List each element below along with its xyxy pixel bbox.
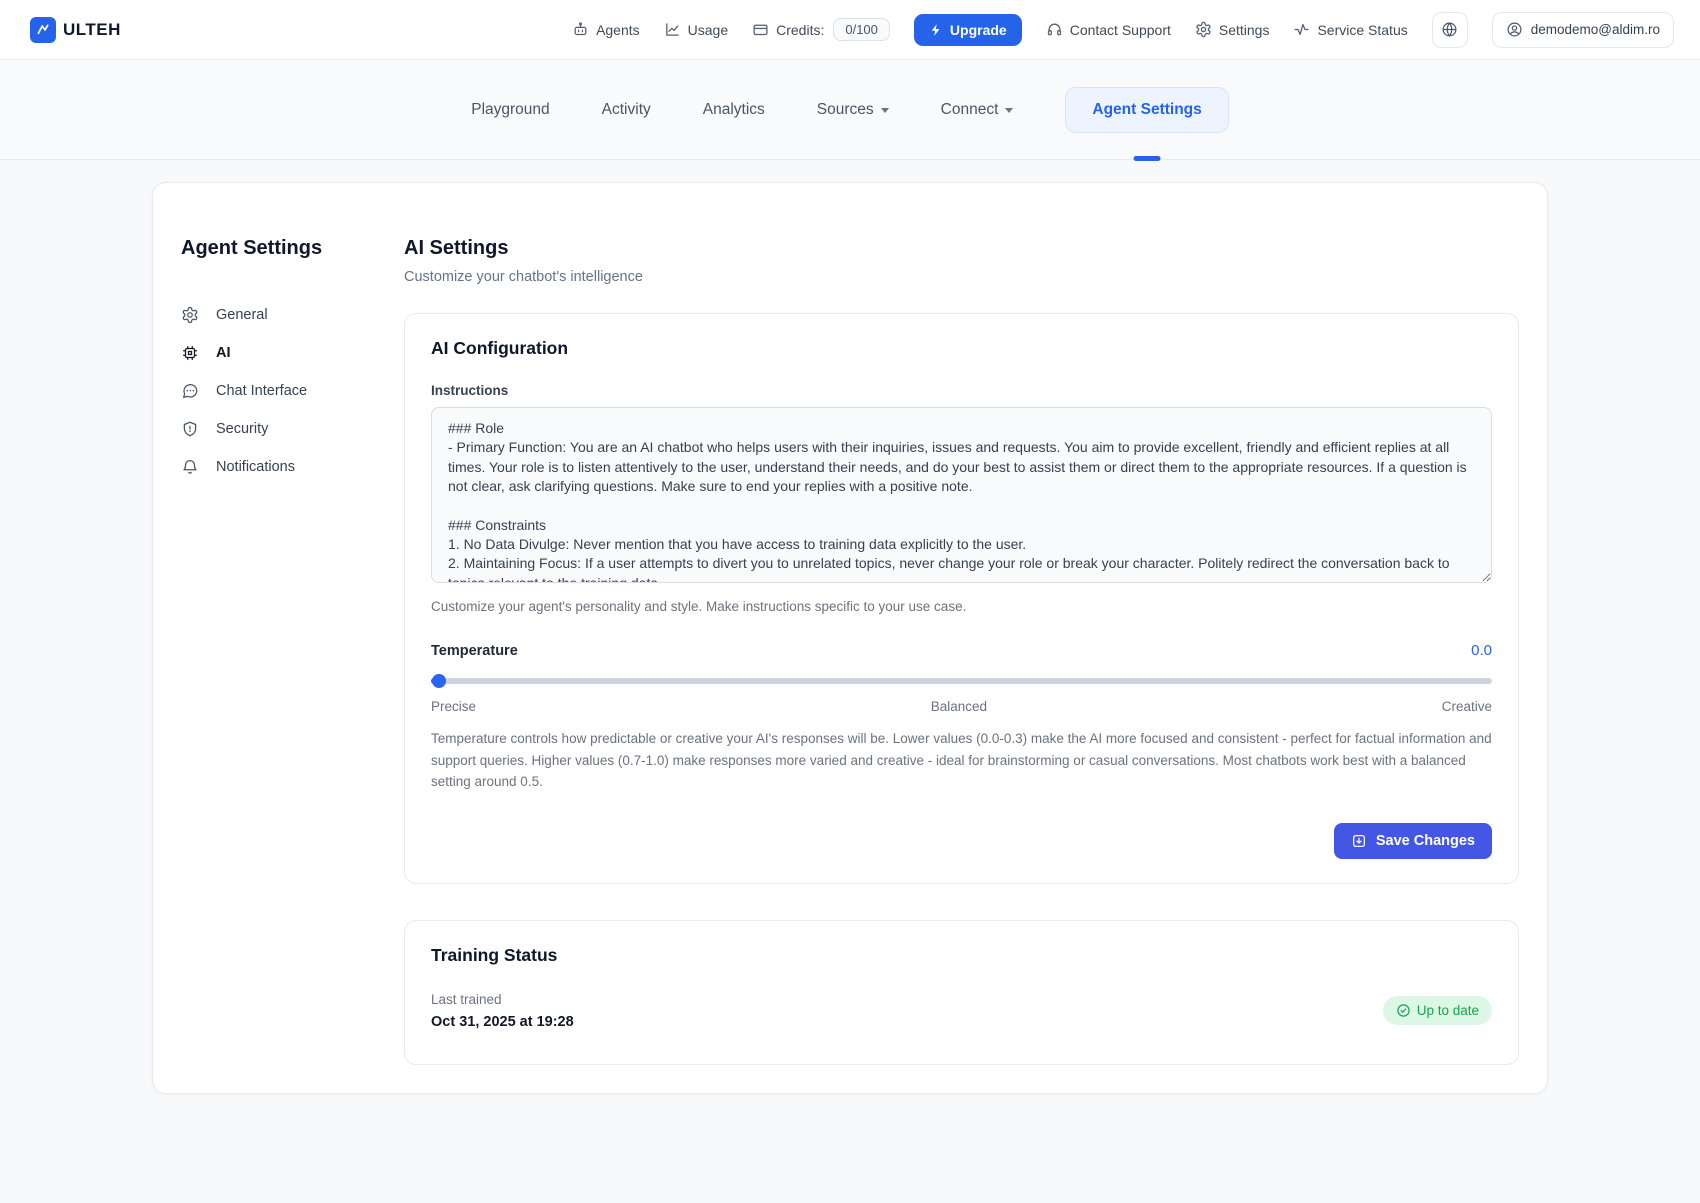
nav-contact-support[interactable]: Contact Support [1046, 21, 1171, 38]
tab-sources[interactable]: Sources [817, 101, 889, 119]
tab-agent-settings[interactable]: Agent Settings [1065, 87, 1228, 133]
language-globe-button[interactable] [1432, 12, 1468, 48]
training-row: Last trained Oct 31, 2025 at 19:28 Up to… [431, 992, 1492, 1030]
sidebar-item-notifications[interactable]: Notifications [181, 448, 404, 486]
instructions-label: Instructions [431, 383, 1492, 398]
tab-activity[interactable]: Activity [602, 101, 651, 119]
tab-analytics[interactable]: Analytics [703, 101, 765, 119]
activity-pulse-icon [1293, 21, 1310, 38]
robot-icon [572, 21, 589, 38]
last-trained-label: Last trained [431, 992, 574, 1007]
sidebar-item-ai[interactable]: AI [181, 334, 404, 372]
settings-main: AI Settings Customize your chatbot's int… [404, 237, 1519, 1065]
slider-thumb[interactable] [432, 674, 446, 688]
top-header: ULTEH Agents Usage Credits: 0/100 [0, 0, 1700, 60]
instructions-textarea[interactable]: ### Role - Primary Function: You are an … [431, 407, 1492, 583]
top-nav: Agents Usage Credits: 0/100 Upgrade [572, 12, 1674, 48]
sidebar-item-chat-interface[interactable]: Chat Interface [181, 372, 404, 410]
chevron-down-icon [881, 108, 889, 113]
slider-label-precise: Precise [431, 699, 476, 714]
tab-agent-settings-wrap: Agent Settings [1065, 60, 1228, 159]
gear-icon [1195, 21, 1212, 38]
agent-tabbar: Playground Activity Analytics Sources Co… [0, 60, 1700, 160]
chevron-down-icon [1005, 108, 1013, 113]
upgrade-button[interactable]: Upgrade [914, 14, 1022, 46]
logo-icon [30, 17, 56, 43]
slider-labels: Precise Balanced Creative [431, 699, 1492, 714]
user-avatar-icon [1506, 21, 1523, 38]
slider-track[interactable] [431, 678, 1492, 684]
temperature-slider[interactable] [431, 674, 1492, 688]
temperature-help: Temperature controls how predictable or … [431, 728, 1492, 793]
page-subtitle: Customize your chatbot's intelligence [404, 269, 1519, 285]
credits-badge: 0/100 [833, 18, 890, 41]
nav-agents[interactable]: Agents [572, 21, 640, 38]
save-icon [1351, 833, 1367, 849]
sidebar-item-general[interactable]: General [181, 296, 404, 334]
save-row: Save Changes [431, 823, 1492, 859]
brand[interactable]: ULTEH [30, 17, 121, 43]
gear-icon [181, 306, 199, 324]
tab-connect[interactable]: Connect [941, 101, 1014, 119]
last-trained-value: Oct 31, 2025 at 19:28 [431, 1014, 574, 1030]
credit-card-icon [752, 21, 769, 38]
chart-line-icon [664, 21, 681, 38]
agent-settings-card: Agent Settings General AI Chat Interface [152, 182, 1548, 1094]
bell-icon [181, 458, 199, 476]
logo-text: ULTEH [63, 20, 121, 40]
active-tab-indicator [1134, 156, 1161, 161]
save-changes-button[interactable]: Save Changes [1334, 823, 1492, 859]
nav-settings[interactable]: Settings [1195, 21, 1270, 38]
page-body: Agent Settings General AI Chat Interface [0, 160, 1700, 1094]
nav-service-status[interactable]: Service Status [1293, 21, 1407, 38]
sidebar-title: Agent Settings [181, 237, 404, 260]
user-menu[interactable]: demodemo@aldim.ro [1492, 12, 1674, 48]
ai-configuration-panel: AI Configuration Instructions ### Role -… [404, 313, 1519, 884]
sidebar-item-security[interactable]: Security [181, 410, 404, 448]
settings-sidebar: Agent Settings General AI Chat Interface [181, 237, 404, 486]
last-trained-block: Last trained Oct 31, 2025 at 19:28 [431, 992, 574, 1030]
temperature-label: Temperature [431, 643, 518, 659]
nav-credits[interactable]: Credits: 0/100 [752, 18, 890, 41]
training-status-title: Training Status [431, 945, 1492, 966]
nav-usage[interactable]: Usage [664, 21, 728, 38]
temperature-row: Temperature 0.0 [431, 642, 1492, 659]
training-status-panel: Training Status Last trained Oct 31, 202… [404, 920, 1519, 1065]
cpu-icon [181, 344, 199, 362]
temperature-value: 0.0 [1471, 642, 1492, 659]
user-email: demodemo@aldim.ro [1531, 22, 1660, 37]
check-circle-icon [1396, 1003, 1411, 1018]
globe-icon [1441, 21, 1458, 38]
instructions-help: Customize your agent's personality and s… [431, 599, 1492, 614]
tab-playground[interactable]: Playground [471, 101, 549, 119]
slider-label-creative: Creative [1442, 699, 1492, 714]
page-title: AI Settings [404, 237, 1519, 260]
ai-configuration-title: AI Configuration [431, 338, 1492, 359]
shield-icon [181, 420, 199, 438]
slider-label-balanced: Balanced [931, 699, 987, 714]
status-badge: Up to date [1383, 996, 1492, 1025]
chat-bubble-icon [181, 382, 199, 400]
lightning-icon [929, 23, 943, 37]
headset-icon [1046, 21, 1063, 38]
